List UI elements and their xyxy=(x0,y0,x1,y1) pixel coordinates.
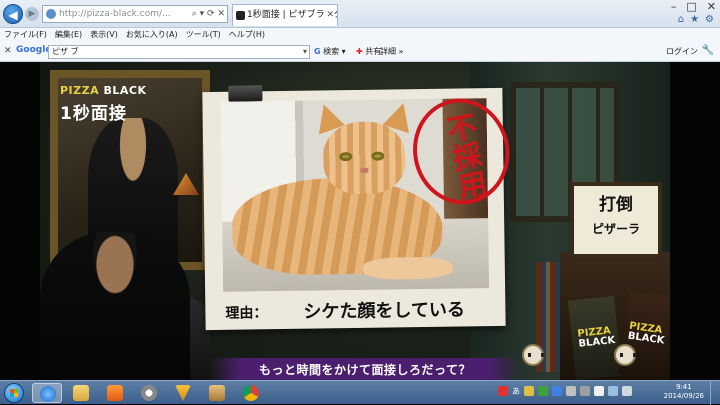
mercedes-logo-icon xyxy=(141,385,157,401)
page-content: PIZZA BLACK 1秒面接 打倒 ピザーラ PIZZA BLACK PIZ… xyxy=(0,62,720,380)
more-button[interactable]: 詳細 » xyxy=(380,46,403,57)
interviewer-figure xyxy=(40,232,190,380)
google-search-button[interactable]: G 検索 ▾ xyxy=(314,46,346,57)
taskbar-media-player[interactable] xyxy=(100,383,130,403)
tab-favicon-icon xyxy=(236,11,245,20)
clock-date: 2014/09/26 xyxy=(663,392,704,400)
taskbar-app[interactable] xyxy=(134,383,164,403)
calligraphy-sign: 打倒 ピザーラ xyxy=(570,182,662,258)
address-bar[interactable]: http://pizza-black.com/... ⌕ ▾ ⟳ ✕ xyxy=(42,5,228,23)
taskbar-app[interactable] xyxy=(202,383,232,403)
home-icon[interactable]: ⌂ xyxy=(678,14,684,25)
network-icon[interactable] xyxy=(608,386,618,396)
window-controls: – □ ✕ xyxy=(671,0,716,14)
google-search-query: ピザ ブ xyxy=(52,47,79,56)
forward-button[interactable]: ▶ xyxy=(25,7,39,21)
cat-head xyxy=(322,121,406,195)
toolbar-close-icon[interactable]: ✕ xyxy=(4,46,12,56)
tray-icon[interactable] xyxy=(498,386,508,396)
taskbar-explorer[interactable] xyxy=(66,383,96,403)
ime-indicator[interactable]: あ xyxy=(512,386,520,397)
taskbar-ie[interactable] xyxy=(32,383,62,403)
pizza-box-left: PIZZA BLACK xyxy=(567,295,623,380)
tray-icon[interactable] xyxy=(566,386,576,396)
share-button[interactable]: ✚ 共有 xyxy=(356,46,381,57)
internet-explorer-icon xyxy=(40,386,56,402)
sign-line-1: 打倒 xyxy=(599,195,633,215)
wrench-icon[interactable]: 🔧 xyxy=(702,45,714,56)
share-icon: ✚ xyxy=(356,47,363,56)
taskbar-chrome[interactable] xyxy=(236,383,266,403)
cat-nose xyxy=(360,167,369,173)
retry-banner[interactable]: もっと時間をかけて面接しろだって？ xyxy=(210,358,520,380)
login-link[interactable]: ログイン xyxy=(666,46,698,57)
tray-icon[interactable] xyxy=(580,386,590,396)
banner-text: もっと時間をかけて面接しろだって？ xyxy=(259,363,471,377)
menu-edit[interactable]: 編集(E) xyxy=(55,28,82,42)
browser-titlebar: ◀ ▶ http://pizza-black.com/... ⌕ ▾ ⟳ ✕ 1… xyxy=(0,0,720,28)
reason-text: シケた顔をしている xyxy=(303,299,466,323)
tools-gear-icon[interactable]: ⚙ xyxy=(705,14,714,25)
flag-icon[interactable] xyxy=(594,386,604,396)
sign-line-2: ピザーラ xyxy=(591,222,640,236)
ie-toolbar-icons: ⌂ ★ ⚙ xyxy=(678,14,714,25)
page-title: 1秒面接 xyxy=(60,104,127,124)
tray-icon[interactable] xyxy=(538,386,548,396)
office-scene: PIZZA BLACK 1秒面接 打倒 ピザーラ PIZZA BLACK PIZ… xyxy=(40,62,670,380)
favorites-star-icon[interactable]: ★ xyxy=(690,14,699,25)
menu-tools[interactable]: ツール(T) xyxy=(186,28,221,42)
logo-black: BLACK xyxy=(103,84,147,97)
binder-clip-icon xyxy=(228,85,263,102)
skull-ornament-icon xyxy=(614,344,636,366)
windows-taskbar: あ 9:41 2014/09/26 xyxy=(0,380,720,405)
address-text: http://pizza-black.com/... xyxy=(59,9,171,19)
address-tools[interactable]: ⌕ ▾ ⟳ ✕ xyxy=(189,6,225,22)
google-search-input[interactable]: ピザ ブ ▾ xyxy=(48,45,310,59)
volume-icon[interactable] xyxy=(622,386,632,396)
folder-icon xyxy=(73,385,89,401)
show-desktop-button[interactable] xyxy=(710,381,720,405)
minimize-button[interactable]: – xyxy=(671,0,677,14)
rejection-reason: 理由： シケた顔をしている xyxy=(217,294,497,326)
tray-icon[interactable] xyxy=(552,386,562,396)
chevron-down-icon[interactable]: ▾ xyxy=(303,46,307,58)
google-toolbar: ✕ Google ピザ ブ ▾ G 検索 ▾ ✚ 共有 詳細 » ログイン 🔧 xyxy=(0,42,720,62)
box-label: PIZZA BLACK xyxy=(577,325,616,350)
menu-help[interactable]: ヘルプ(H) xyxy=(229,28,265,42)
app-icon xyxy=(209,385,225,401)
system-tray: あ xyxy=(498,386,632,397)
v-logo-icon xyxy=(175,385,191,401)
maximize-button[interactable]: □ xyxy=(686,0,696,14)
skull-ornament-icon xyxy=(522,344,544,366)
box-label-black: BLACK xyxy=(577,334,616,350)
taskbar-app[interactable] xyxy=(168,383,198,403)
start-button[interactable] xyxy=(4,383,24,403)
media-player-icon xyxy=(107,385,123,401)
stamp-text: 不採用 xyxy=(440,109,490,202)
chrome-icon xyxy=(243,385,259,401)
tray-icon[interactable] xyxy=(524,386,534,396)
menu-file[interactable]: ファイル(F) xyxy=(4,28,47,42)
tab-close-icon[interactable]: ✕ xyxy=(324,5,334,25)
clock-time: 9:41 xyxy=(675,383,692,391)
back-button[interactable]: ◀ xyxy=(3,4,23,24)
menu-favorites[interactable]: お気に入り(A) xyxy=(126,28,178,42)
share-label: 共有 xyxy=(365,47,382,56)
google-search-label: 検索 xyxy=(323,47,340,56)
pizza-black-logo[interactable]: PIZZA BLACK xyxy=(60,84,146,97)
reason-label: 理由： xyxy=(225,305,268,322)
menu-view[interactable]: 表示(V) xyxy=(90,28,118,42)
google-g-icon: G xyxy=(314,47,321,56)
google-logo: Google xyxy=(16,45,52,55)
menu-bar: ファイル(F) 編集(E) 表示(V) お気に入り(A) ツール(T) ヘルプ(… xyxy=(0,28,720,42)
system-clock[interactable]: 9:41 2014/09/26 xyxy=(664,383,704,401)
tab-active[interactable]: 1秒面接 | ピザブラック ✕ xyxy=(232,4,338,26)
logo-pizza: PIZZA xyxy=(60,84,100,97)
applicant-card: 不採用 理由： シケた顔をしている xyxy=(202,85,519,331)
close-button[interactable]: ✕ xyxy=(707,0,716,14)
box-label: PIZZA BLACK xyxy=(627,321,666,347)
cat-paws xyxy=(362,256,453,280)
site-icon xyxy=(46,9,56,19)
